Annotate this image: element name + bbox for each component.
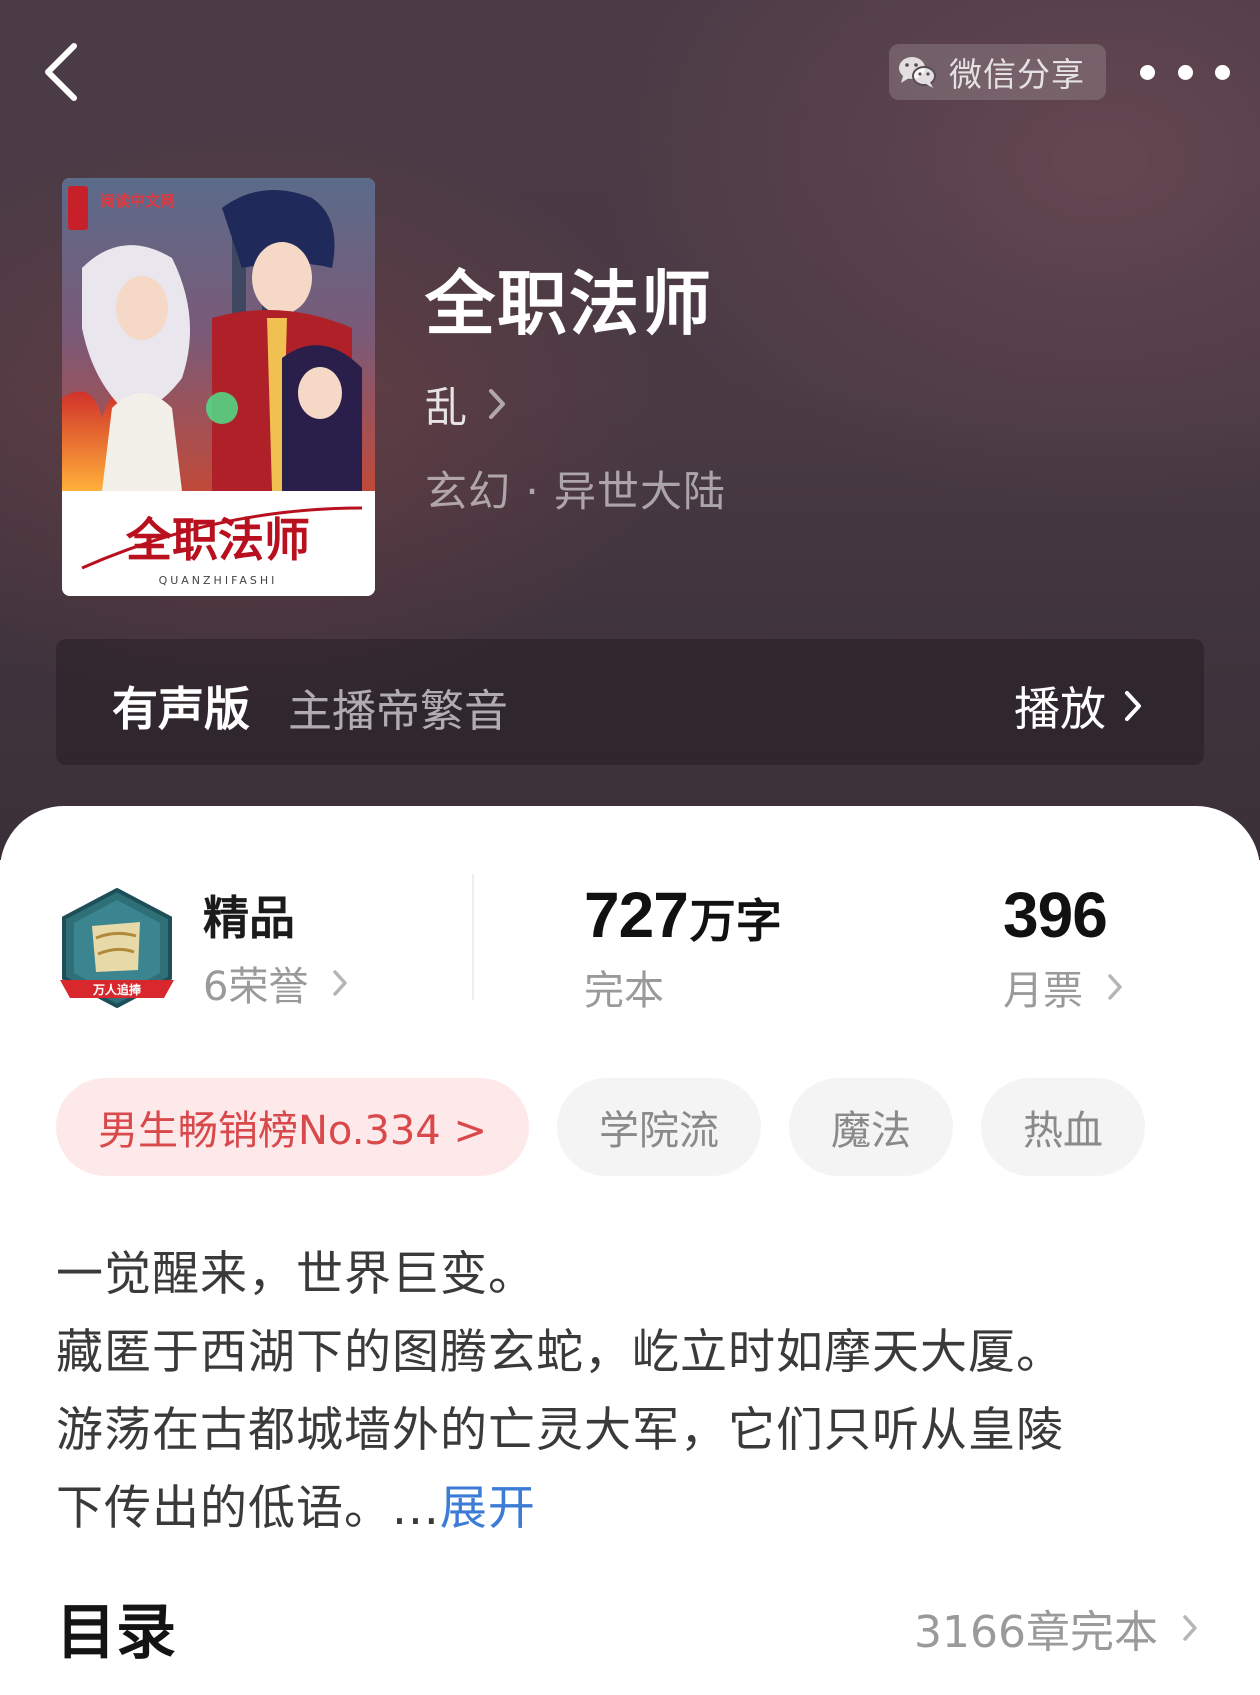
tag-magic[interactable]: 魔法 <box>788 1078 953 1176</box>
chevron-right-icon <box>1125 691 1141 721</box>
chevron-right-icon <box>1108 974 1122 1000</box>
chevron-right-icon <box>489 389 506 419</box>
synopsis-line: 游荡在古都城墙外的亡灵大军，它们只听从皇陵 <box>56 1403 1064 1458</box>
audio-narrator: 主播帝繁音 <box>288 686 508 737</box>
honor-count: 6荣誉 <box>203 964 309 1010</box>
tag-list: 男生畅销榜No.334 > 学院流 魔法 热血 <box>56 1078 1145 1176</box>
synopsis: 一觉醒来，世界巨变。 藏匿于西湖下的图腾玄蛇，屹立时如摩天大厦。 游荡在古都城墙… <box>56 1236 1216 1548</box>
word-count-unit: 万字 <box>689 894 782 948</box>
expand-link[interactable]: 展开 <box>440 1481 536 1536</box>
author-link[interactable]: 乱 <box>425 376 509 432</box>
chevron-right-icon <box>333 970 348 996</box>
synopsis-line: 下传出的低语。 <box>56 1481 392 1536</box>
monthly-votes-link[interactable]: 月票 <box>1003 958 1125 1016</box>
play-label: 播放 <box>1014 682 1106 736</box>
more-dot-icon <box>1177 64 1193 80</box>
word-count-number: 727 <box>584 879 689 951</box>
cover-subtitle-art: QUANZHIFASHI <box>159 574 278 587</box>
wechat-icon <box>899 57 936 88</box>
book-title: 全职法师 <box>425 262 713 345</box>
rank-tag[interactable]: 男生畅销榜No.334 > <box>56 1078 529 1176</box>
wechat-share-button[interactable]: 微信分享 <box>889 44 1106 100</box>
monthly-votes-label: 月票 <box>1003 968 1083 1014</box>
honor-title: 精品 <box>203 891 295 945</box>
chevron-left-icon <box>45 43 77 101</box>
tag-academy[interactable]: 学院流 <box>556 1078 761 1176</box>
honor-link[interactable]: 6荣誉 <box>203 954 350 1012</box>
toc-title: 目录 <box>56 1598 176 1668</box>
more-dot-icon <box>1140 64 1155 80</box>
monthly-votes-number: 396 <box>1003 879 1108 951</box>
cover-publisher-logo: 阅读中文网 <box>100 192 175 210</box>
synopsis-ellipsis: ... <box>392 1481 440 1536</box>
synopsis-line: 一觉醒来，世界巨变。 <box>56 1247 536 1302</box>
word-count: 727 万字 <box>584 878 782 952</box>
stat-divider <box>472 874 474 1000</box>
audio-version-bar[interactable]: 有声版 主播帝繁音 播放 <box>56 639 1204 765</box>
book-cover[interactable]: 阅读中文网 全职法师 QUANZHIFASHI <box>62 178 375 596</box>
share-label: 微信分享 <box>949 55 1085 94</box>
chapter-count: 3166章完本 <box>914 1607 1158 1658</box>
play-button[interactable]: 播放 <box>1014 673 1144 739</box>
more-dot-icon <box>1215 64 1230 80</box>
book-detail-card: 万人追捧 精品 6荣誉 727 万字 完本 396 月票 男生畅销榜No.334… <box>0 806 1260 1695</box>
toc-link[interactable]: 3166章完本 <box>914 1596 1200 1660</box>
author-name: 乱 <box>425 382 468 432</box>
genre-label: 玄幻 · 异世大陆 <box>425 467 727 516</box>
chevron-right-icon <box>1183 1615 1197 1641</box>
more-button[interactable] <box>1140 50 1230 94</box>
book-cover-art: 阅读中文网 全职法师 QUANZHIFASHI <box>62 178 375 596</box>
synopsis-last-line: 下传出的低语。...展开 <box>56 1470 1216 1548</box>
back-button[interactable] <box>36 38 92 106</box>
completion-status: 完本 <box>584 968 664 1014</box>
synopsis-line: 藏匿于西湖下的图腾玄蛇，屹立时如摩天大厦。 <box>56 1325 1064 1380</box>
tag-hot-blood[interactable]: 热血 <box>980 1078 1145 1176</box>
audio-label: 有声版 <box>112 682 250 736</box>
honor-badge-icon[interactable]: 万人追捧 <box>56 886 178 1014</box>
badge-ribbon-text: 万人追捧 <box>92 982 142 997</box>
